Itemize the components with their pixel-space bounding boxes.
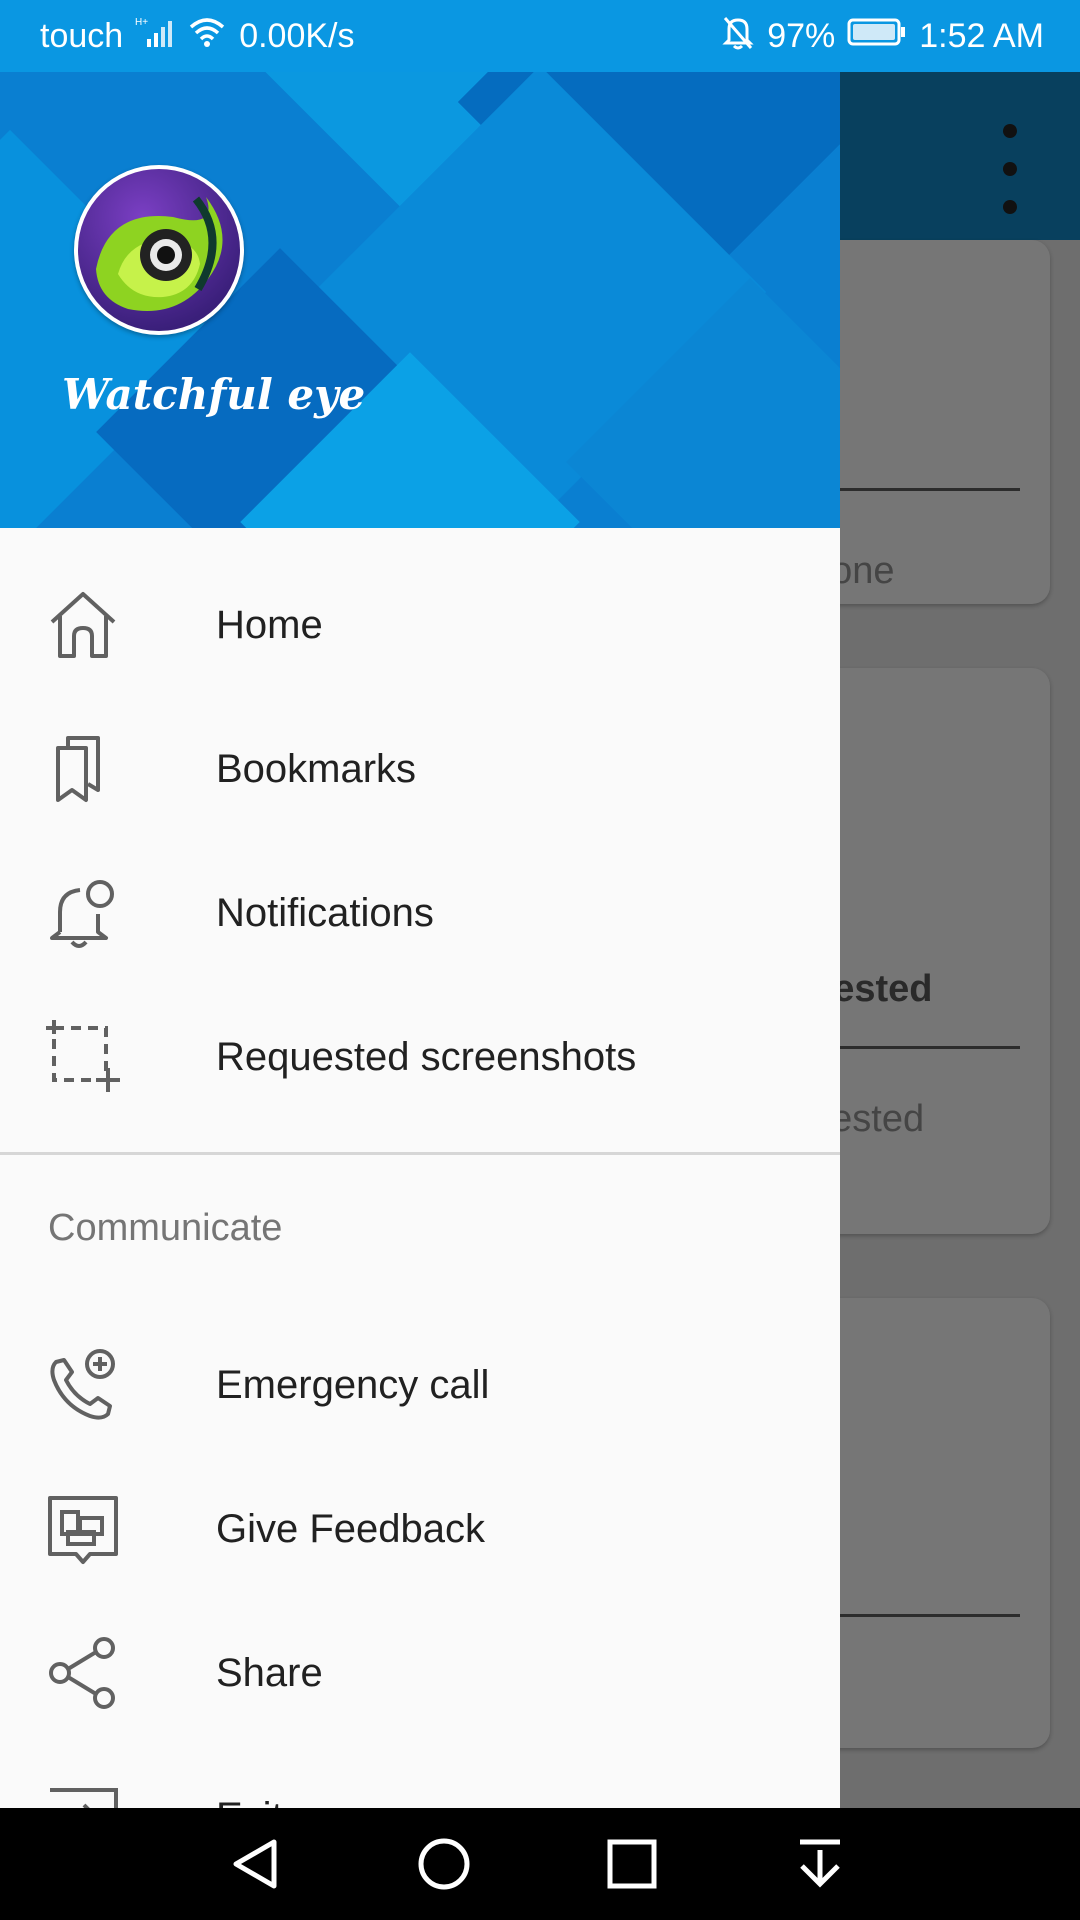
menu-divider [0,1152,840,1155]
wifi-icon [187,15,227,58]
menu-item-requested-screenshots[interactable]: Requested screenshots [0,985,840,1129]
battery-percent: 97% [767,16,836,55]
screenshot-icon [46,1020,120,1094]
menu-item-home[interactable]: Home [0,553,840,697]
silent-bell-icon [721,14,755,59]
system-nav-bar [0,1808,1080,1920]
menu-item-exit[interactable]: Exit [0,1745,840,1808]
clock: 1:52 AM [919,16,1044,55]
share-icon [46,1636,120,1710]
drawer-header: Watchful eye [0,72,840,528]
bookmarks-icon [46,732,120,806]
menu-item-bookmarks[interactable]: Bookmarks [0,697,840,841]
overflow-menu-icon[interactable] [1000,124,1020,214]
menu-item-share[interactable]: Share [0,1601,840,1745]
menu-label: Requested screenshots [216,1034,637,1079]
menu-label: Notifications [216,890,434,935]
exit-icon [46,1780,120,1808]
app-title: Watchful eye [62,370,366,419]
phone-add-icon [46,1348,120,1422]
feedback-icon [46,1492,120,1566]
menu-item-notifications[interactable]: Notifications [0,841,840,985]
menu-item-emergency-call[interactable]: Emergency call [0,1313,840,1457]
battery-icon [847,17,907,56]
home-icon [46,588,120,662]
menu-label: Share [216,1650,323,1695]
carrier-label: touch [40,16,124,55]
menu-label: Exit [216,1795,283,1809]
notification-pull-button[interactable] [792,1836,848,1892]
menu-label: Home [216,602,323,647]
menu-label: Bookmarks [216,746,417,791]
menu-item-give-feedback[interactable]: Give Feedback [0,1457,840,1601]
menu-label: Give Feedback [216,1506,486,1551]
status-right: 97% 1:52 AM [721,14,1044,59]
network-speed: 0.00K/s [239,16,355,55]
back-button[interactable] [228,1836,284,1892]
svg-text:H+: H+ [135,17,148,28]
app-logo [74,165,244,335]
status-left: touch H+ 0.00K/s [40,15,355,58]
signal-icon: H+ [135,15,175,58]
recents-button[interactable] [604,1836,660,1892]
navigation-drawer: Watchful eye Home Bookmarks Notification… [0,72,840,1808]
status-bar: touch H+ 0.00K/s 97% 1:52 AM [0,0,1080,72]
section-title: Communicate [48,1207,283,1249]
notifications-icon [46,876,120,950]
home-button[interactable] [416,1836,472,1892]
menu-label: Emergency call [216,1362,490,1407]
